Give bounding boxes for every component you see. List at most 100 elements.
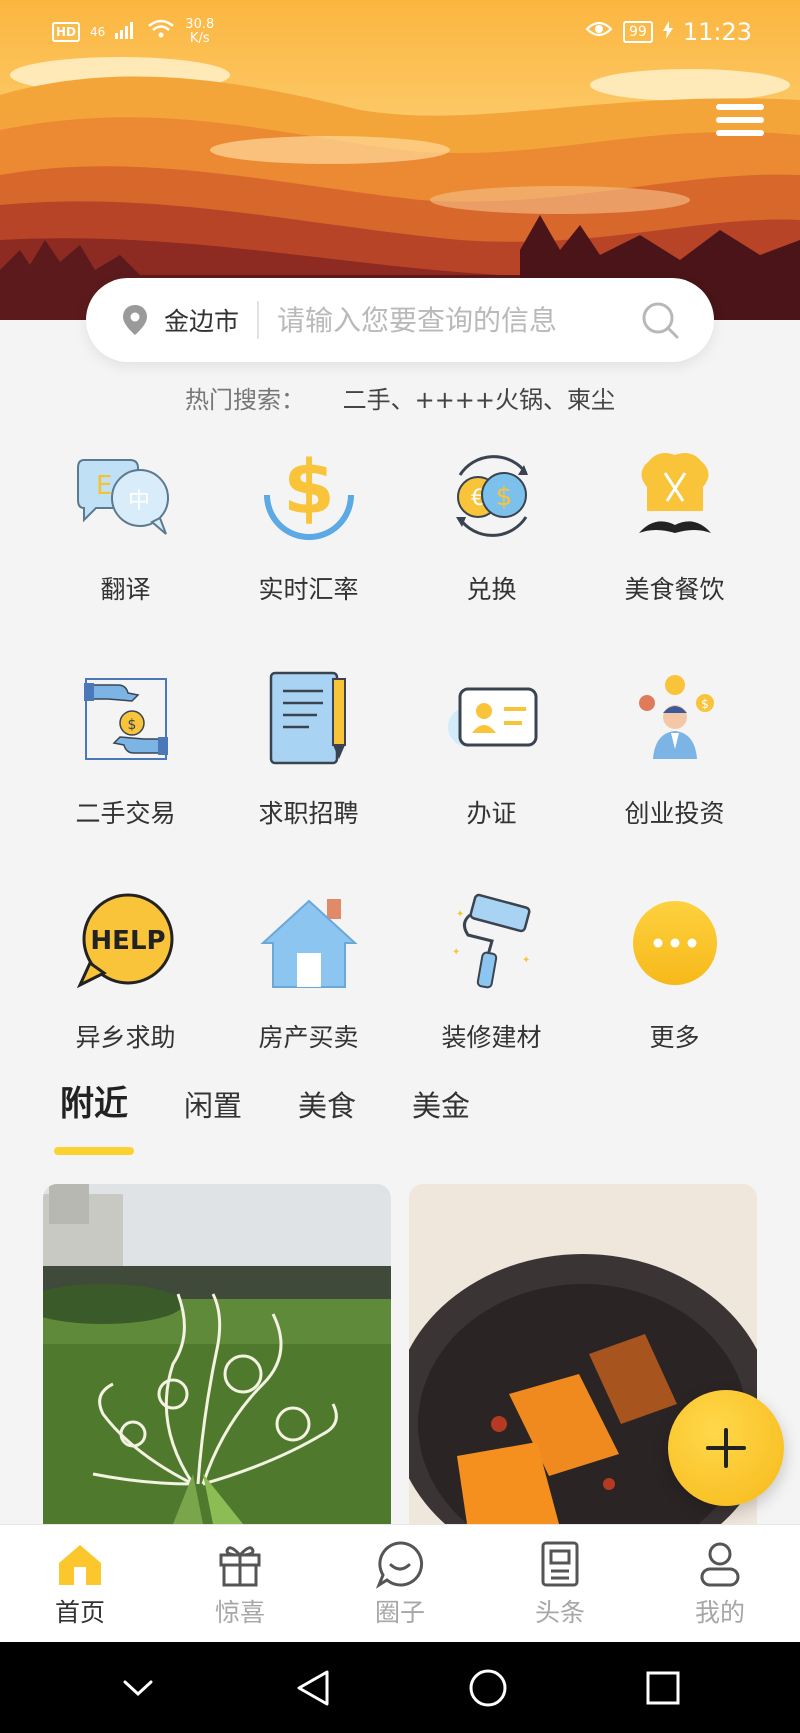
category-label: 翻译 bbox=[100, 575, 151, 604]
secondhand-trade-icon: $ bbox=[71, 664, 181, 774]
svg-text:E: E bbox=[96, 471, 112, 501]
search-icon[interactable] bbox=[640, 300, 680, 340]
translate-icon: E 中 bbox=[71, 440, 181, 550]
status-bar: HD 46 30.8 K/s 99 11:23 bbox=[0, 0, 800, 66]
svg-text:$: $ bbox=[127, 717, 136, 733]
category-label: 装修建材 bbox=[441, 1023, 542, 1052]
search-input[interactable] bbox=[277, 303, 608, 337]
category-translate[interactable]: E 中 翻译 bbox=[34, 440, 217, 606]
currency-exchange-icon: € $ bbox=[437, 440, 547, 550]
nav-label: 头条 bbox=[534, 1598, 585, 1627]
svg-text:$: $ bbox=[283, 445, 335, 531]
search-divider bbox=[257, 301, 260, 339]
category-house[interactable]: 房产买卖 bbox=[217, 888, 400, 1054]
nav-profile[interactable]: 我的 bbox=[640, 1525, 800, 1642]
bottom-nav: 首页 惊喜 圈子 头条 我的 bbox=[0, 1524, 800, 1642]
paint-roller-icon: ✦ ✦ ✦ bbox=[437, 888, 547, 998]
back-triangle-icon bbox=[297, 1670, 328, 1705]
recents-square-icon bbox=[646, 1671, 679, 1704]
house-icon bbox=[254, 888, 364, 998]
chef-hat-icon bbox=[620, 440, 730, 550]
category-label: 兑换 bbox=[466, 575, 517, 604]
nav-headlines[interactable]: 头条 bbox=[480, 1525, 640, 1642]
chevron-down-icon bbox=[123, 1680, 152, 1696]
profile-icon bbox=[700, 1542, 740, 1587]
category-label: 更多 bbox=[649, 1023, 700, 1052]
speed-value: 30.8 bbox=[185, 17, 215, 32]
category-more[interactable]: 更多 bbox=[583, 888, 766, 1054]
category-label: 实时汇率 bbox=[258, 575, 359, 604]
nav-label: 惊喜 bbox=[214, 1598, 265, 1627]
network-type: 46 bbox=[90, 25, 106, 39]
nav-home[interactable]: 首页 bbox=[0, 1525, 160, 1642]
svg-text:$: $ bbox=[701, 697, 709, 711]
category-label: 二手交易 bbox=[75, 799, 176, 828]
location-pin-icon bbox=[123, 305, 147, 335]
clock: 11:23 bbox=[682, 18, 752, 46]
back-button[interactable] bbox=[283, 1658, 343, 1718]
more-icon bbox=[620, 888, 730, 998]
search-bar[interactable]: 金边市 bbox=[86, 278, 714, 362]
plus-icon bbox=[706, 1428, 746, 1468]
category-label: 房产买卖 bbox=[258, 1023, 359, 1052]
nav-surprise[interactable]: 惊喜 bbox=[160, 1525, 320, 1642]
tab-nearby[interactable]: 附近 bbox=[54, 1076, 134, 1155]
svg-text:✦: ✦ bbox=[452, 947, 460, 958]
feed-card-flower[interactable] bbox=[43, 1184, 391, 1524]
menu-line bbox=[716, 130, 764, 136]
recents-button[interactable] bbox=[633, 1658, 693, 1718]
category-job[interactable]: 求职招聘 bbox=[217, 664, 400, 830]
home-system-button[interactable] bbox=[458, 1658, 518, 1718]
signal-icon bbox=[115, 20, 137, 45]
network-speed: 30.8 K/s bbox=[185, 18, 214, 46]
id-card-icon bbox=[437, 664, 547, 774]
category-food[interactable]: 美食餐饮 bbox=[583, 440, 766, 606]
eye-icon bbox=[585, 19, 613, 45]
category-secondhand[interactable]: $ 二手交易 bbox=[34, 664, 217, 830]
charging-icon bbox=[662, 20, 673, 45]
tab-usd[interactable]: 美金 bbox=[412, 1083, 470, 1125]
category-renovation[interactable]: ✦ ✦ ✦ 装修建材 bbox=[400, 888, 583, 1054]
investment-icon: $ bbox=[620, 664, 730, 774]
speed-unit: K/s bbox=[189, 31, 210, 46]
hot-search: 热门搜索： 二手、++++火锅、柬尘 bbox=[0, 380, 800, 415]
svg-text:✦: ✦ bbox=[522, 955, 530, 966]
city-selector[interactable]: 金边市 bbox=[164, 302, 239, 338]
hd-indicator: HD bbox=[52, 22, 81, 42]
home-icon bbox=[59, 1545, 101, 1585]
nav-label: 首页 bbox=[54, 1598, 105, 1627]
tab-idle[interactable]: 闲置 bbox=[184, 1083, 242, 1125]
help-text: HELP bbox=[90, 926, 165, 956]
tab-food[interactable]: 美食 bbox=[298, 1083, 356, 1125]
collapse-button[interactable] bbox=[108, 1658, 168, 1718]
category-grid: E 中 翻译 $ 实时汇率 € $ 兑换 美食餐饮 $ 二手交易 求职招聘 办证… bbox=[34, 440, 766, 1054]
battery-indicator: 99 bbox=[623, 21, 653, 43]
category-exchange-rate[interactable]: $ 实时汇率 bbox=[217, 440, 400, 606]
category-label: 美食餐饮 bbox=[624, 575, 725, 604]
exchange-rate-icon: $ bbox=[254, 440, 364, 550]
feed-tabs: 附近 闲置 美食 美金 bbox=[54, 1076, 526, 1155]
flower-photo bbox=[43, 1184, 391, 1524]
help-bubble-icon: HELP bbox=[71, 888, 181, 998]
svg-text:中: 中 bbox=[128, 489, 150, 514]
chat-icon bbox=[375, 1541, 424, 1589]
category-currency-exchange[interactable]: € $ 兑换 bbox=[400, 440, 583, 606]
nav-label: 我的 bbox=[694, 1598, 745, 1627]
category-label: 办证 bbox=[466, 799, 517, 828]
news-icon bbox=[541, 1541, 579, 1587]
category-id-card[interactable]: 办证 bbox=[400, 664, 583, 830]
nav-circle[interactable]: 圈子 bbox=[320, 1525, 480, 1642]
category-label: 求职招聘 bbox=[258, 799, 359, 828]
nav-label: 圈子 bbox=[374, 1598, 425, 1627]
svg-text:$: $ bbox=[495, 482, 512, 512]
svg-text:✦: ✦ bbox=[456, 909, 464, 920]
category-investment[interactable]: $ 创业投资 bbox=[583, 664, 766, 830]
menu-line bbox=[716, 104, 764, 110]
category-help[interactable]: HELP 异乡求助 bbox=[34, 888, 217, 1054]
menu-icon[interactable] bbox=[716, 104, 764, 144]
add-post-button[interactable] bbox=[668, 1390, 784, 1506]
category-label: 异乡求助 bbox=[75, 1023, 176, 1052]
hot-search-terms[interactable]: 二手、++++火锅、柬尘 bbox=[343, 386, 615, 414]
system-nav-bar bbox=[0, 1642, 800, 1733]
home-circle-icon bbox=[469, 1669, 506, 1706]
